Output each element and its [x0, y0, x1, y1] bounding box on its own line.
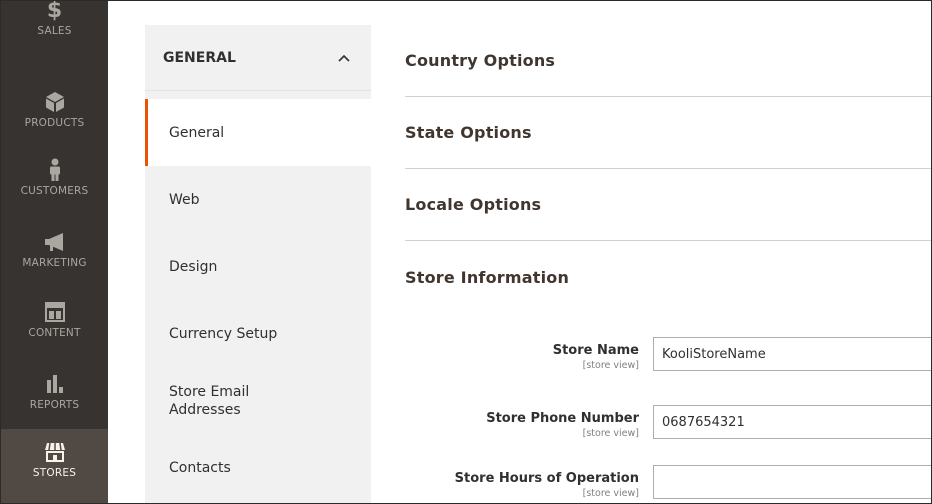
scope-label: [store view] [582, 360, 639, 371]
field-label: Store Hours of Operation [store view] [455, 471, 639, 499]
section-store-information[interactable]: Store Information [405, 241, 931, 313]
window-frame: $ SALES PRODUCTS CUSTOMERS MARKETING CON… [0, 0, 932, 504]
section-state-options[interactable]: State Options [405, 97, 931, 169]
field-label: Store Phone Number [store view] [486, 411, 639, 439]
nav-label-content: CONTENT [28, 327, 81, 339]
storefront-icon [44, 437, 66, 467]
nav-label-products: PRODUCTS [24, 117, 85, 129]
config-item-store-email-addresses[interactable]: Store Email Addresses [145, 367, 371, 434]
chevron-up-icon [337, 51, 351, 65]
config-item-currency-setup[interactable]: Currency Setup [145, 300, 371, 367]
cube-icon [45, 87, 65, 117]
config-group-general[interactable]: GENERAL [145, 25, 371, 91]
section-title: State Options [405, 123, 532, 142]
nav-label-reports: REPORTS [29, 399, 80, 411]
config-group-title: GENERAL [163, 49, 236, 66]
section-title: Country Options [405, 51, 556, 70]
store-hours-label: Store Hours of Operation [454, 471, 639, 486]
nav-label-sales: SALES [37, 25, 72, 37]
config-content: Country Options State Options Locale Opt… [405, 25, 931, 499]
field-label: Store Name [store view] [553, 343, 639, 371]
scope-label: [store view] [582, 488, 639, 499]
section-title: Store Information [405, 267, 570, 287]
config-item-contacts[interactable]: Contacts [145, 434, 371, 501]
field-row-store-hours: Store Hours of Operation [store view] [405, 465, 931, 503]
store-hours-input[interactable] [653, 465, 931, 499]
nav-item-products[interactable]: PRODUCTS [1, 79, 108, 149]
config-item-design[interactable]: Design [145, 233, 371, 300]
section-locale-options[interactable]: Locale Options [405, 169, 931, 241]
nav-label-customers: CUSTOMERS [20, 185, 89, 197]
config-item-general[interactable]: General [145, 99, 371, 166]
field-row-store-phone: Store Phone Number [store view] [405, 405, 931, 455]
megaphone-icon [43, 227, 67, 257]
store-phone-label: Store Phone Number [486, 411, 639, 426]
nav-label-marketing: MARKETING [22, 257, 87, 269]
dollar-icon: $ [46, 0, 63, 23]
layout-icon [44, 297, 65, 327]
store-name-label: Store Name [552, 343, 639, 358]
config-item-web[interactable]: Web [145, 166, 371, 233]
admin-sidebar: $ SALES PRODUCTS CUSTOMERS MARKETING CON… [1, 0, 108, 503]
section-country-options[interactable]: Country Options [405, 25, 931, 97]
store-phone-input[interactable] [653, 405, 931, 439]
bar-chart-icon [45, 369, 65, 399]
nav-label-stores: STORES [32, 467, 77, 479]
nav-item-stores[interactable]: STORES [1, 429, 108, 503]
scope-label: [store view] [582, 428, 639, 439]
nav-item-sales[interactable]: $ SALES [1, 0, 108, 57]
field-row-store-name: Store Name [store view] [405, 337, 931, 387]
config-item-list: General Web Design Currency Setup Store … [145, 99, 371, 501]
nav-item-customers[interactable]: CUSTOMERS [1, 147, 108, 217]
store-name-input[interactable] [653, 337, 931, 371]
section-title: Locale Options [405, 195, 542, 214]
person-icon [48, 155, 62, 185]
nav-item-content[interactable]: CONTENT [1, 289, 108, 359]
nav-item-reports[interactable]: REPORTS [1, 361, 108, 431]
config-tabs: GENERAL General Web Design Currency Setu… [145, 25, 371, 503]
nav-item-marketing[interactable]: MARKETING [1, 219, 108, 289]
